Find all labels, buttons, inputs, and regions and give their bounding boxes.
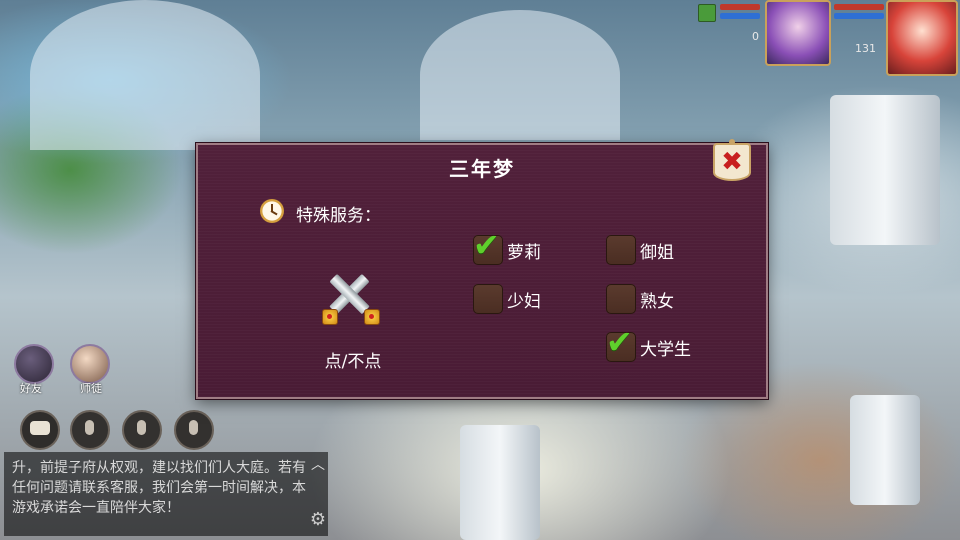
chat-bubble-icon	[30, 421, 50, 435]
checkbox[interactable]	[606, 284, 636, 314]
buff-icon	[698, 4, 716, 22]
friends-button[interactable]	[14, 344, 54, 384]
mentor-label: 师徒	[80, 382, 102, 395]
ally-level: 0	[752, 30, 759, 43]
option-label: 熟女	[640, 292, 674, 312]
scene-temple	[420, 10, 620, 140]
scene-pillar	[460, 425, 540, 540]
chat-message: 升，前提子府从权观，建以找们们人大庭。若有任何问题请联系客服，我们会第一时间解决…	[12, 460, 306, 516]
checkbox[interactable]	[606, 235, 636, 265]
chevron-up-icon[interactable]: ︿	[308, 454, 328, 473]
checkmark-icon: ✔	[473, 226, 500, 264]
option-label: 少妇	[507, 292, 541, 312]
close-icon: ✖	[721, 147, 743, 177]
player-mp-bar	[834, 13, 884, 19]
player-level: 131	[855, 42, 876, 55]
checkmark-icon: ✔	[606, 323, 633, 361]
service-label: 特殊服务：	[296, 206, 381, 226]
option-label: 大学生	[640, 340, 691, 360]
scene-pillar-right	[850, 395, 920, 505]
player-hp-bar	[834, 4, 884, 10]
toggle-label: 点/不点	[324, 352, 382, 372]
gear-icon[interactable]: ⚙	[308, 510, 328, 530]
mp-bar	[720, 13, 760, 19]
clock-icon	[260, 199, 284, 223]
chat-button[interactable]	[20, 410, 60, 450]
voice-button-1[interactable]	[70, 410, 110, 450]
player-avatar[interactable]	[886, 0, 958, 76]
mentor-button[interactable]	[70, 344, 110, 384]
ally-avatar[interactable]	[765, 0, 831, 66]
service-dialog: 三年梦 ✖ 特殊服务： 点/不点 ✔ 萝莉 御姐 少妇 熟女 ✔ 大学生	[196, 139, 768, 399]
scene-fountain	[30, 0, 260, 150]
voice-button-2[interactable]	[122, 410, 162, 450]
microphone-icon	[137, 420, 146, 435]
chat-log[interactable]: 升，前提子府从权观，建以找们们人大庭。若有任何问题请联系客服，我们会第一时间解决…	[4, 452, 328, 536]
checkbox[interactable]	[473, 284, 503, 314]
close-button[interactable]: ✖	[713, 139, 751, 183]
voice-button-3[interactable]	[174, 410, 214, 450]
option-label: 御姐	[640, 243, 674, 263]
microphone-icon	[85, 420, 94, 435]
microphone-icon	[189, 420, 198, 435]
hp-bar	[720, 4, 760, 10]
option-label: 萝莉	[507, 243, 541, 263]
crossed-swords-icon[interactable]	[320, 273, 380, 327]
dialog-title: 三年梦	[449, 157, 515, 181]
scene-tower	[830, 95, 940, 245]
friends-label: 好友	[20, 382, 42, 395]
